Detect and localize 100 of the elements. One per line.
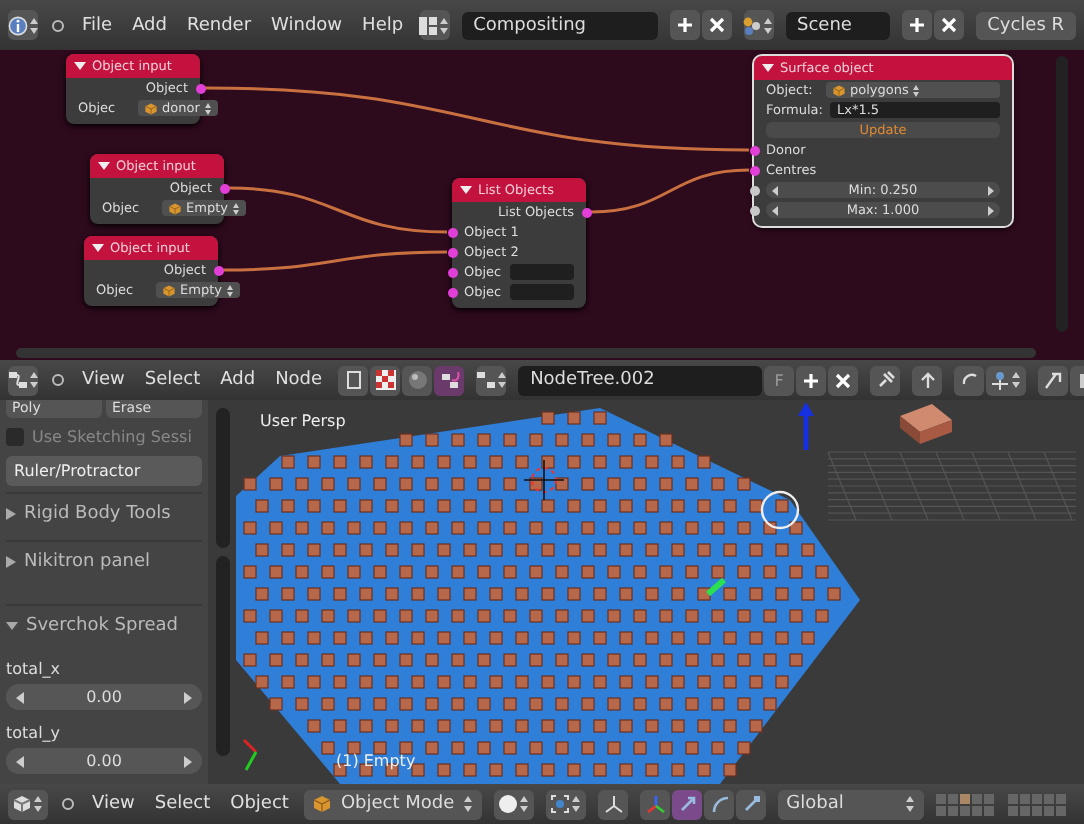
close-icon[interactable] xyxy=(939,16,958,34)
ruler-protractor-button[interactable]: Ruler/Protractor xyxy=(6,456,202,486)
updown-arrows-icon[interactable] xyxy=(518,794,531,814)
shading-dropdown[interactable] xyxy=(494,789,535,819)
copy-icon[interactable] xyxy=(1043,370,1064,390)
add-icon[interactable] xyxy=(675,16,693,34)
cube-icon xyxy=(312,794,333,814)
panel-header[interactable]: Nikitron panel xyxy=(6,540,202,582)
menu-item[interactable]: Render xyxy=(183,15,256,35)
sphere-icon[interactable] xyxy=(407,370,428,390)
collapse-arrow-icon[interactable] xyxy=(6,556,16,568)
scale-arrow-icon[interactable] xyxy=(741,794,762,814)
editor-type-button[interactable] xyxy=(8,365,38,395)
left-arrow-icon xyxy=(16,755,24,767)
manipulator-icon[interactable] xyxy=(603,794,624,814)
view-label: User Persp xyxy=(260,412,346,430)
collapse-arrow-icon[interactable] xyxy=(6,508,16,520)
updown-arrows-icon[interactable] xyxy=(27,370,39,390)
panel-header[interactable]: Sverchok Spread xyxy=(6,604,202,646)
updown-arrows-icon[interactable] xyxy=(462,794,475,814)
menu-item[interactable]: View xyxy=(88,794,139,814)
output-socket[interactable] xyxy=(213,265,223,275)
tree-type-button[interactable] xyxy=(476,365,507,395)
updown-arrows-icon xyxy=(231,201,240,215)
number-field[interactable]: 0.00 xyxy=(6,684,202,710)
scrollbar[interactable] xyxy=(16,348,1036,358)
cube-object-drawing xyxy=(900,404,952,444)
layers-grid-icon[interactable] xyxy=(935,793,996,815)
dot-icon xyxy=(60,796,76,812)
field-label: total_x xyxy=(6,658,63,678)
updown-arrows-icon xyxy=(225,283,234,297)
expand-arrow-icon[interactable] xyxy=(6,622,18,630)
input-field[interactable] xyxy=(509,264,574,280)
node-editor-icon xyxy=(7,370,27,390)
parent-arrow-icon[interactable] xyxy=(917,370,938,390)
close-icon[interactable] xyxy=(834,371,853,389)
field-label: total_y xyxy=(6,722,63,742)
updown-arrows-icon[interactable] xyxy=(27,15,39,35)
layout-type-button[interactable] xyxy=(419,10,450,40)
mode-dropdown[interactable]: Object Mode xyxy=(304,789,483,819)
output-socket[interactable] xyxy=(195,83,205,93)
menu-item[interactable]: Window xyxy=(267,15,347,35)
snap-element-button[interactable] xyxy=(986,365,1027,395)
close-icon[interactable] xyxy=(707,16,725,34)
axes-icon[interactable] xyxy=(645,794,666,814)
menu-item[interactable]: Select xyxy=(140,370,205,390)
menu-item[interactable]: View xyxy=(78,370,129,390)
checker-icon[interactable] xyxy=(375,370,396,390)
updown-arrows-icon[interactable] xyxy=(1010,370,1023,390)
snap-grid-icon xyxy=(990,370,1011,390)
add-icon[interactable] xyxy=(802,371,821,389)
cube-icon xyxy=(832,83,846,97)
right-arrow-icon xyxy=(184,691,192,703)
updown-arrows-icon[interactable] xyxy=(438,15,451,35)
scrollbar[interactable] xyxy=(1056,56,1068,332)
editor-type-button[interactable] xyxy=(8,789,48,819)
right-arrow-icon xyxy=(184,755,192,767)
menu-item[interactable]: Add xyxy=(216,370,260,390)
updown-arrows-icon[interactable] xyxy=(570,794,583,814)
scene-objects-icon xyxy=(742,15,762,35)
left-arrow-icon xyxy=(16,691,24,703)
checkbox-label: Use Sketching Sessi xyxy=(32,428,192,446)
pivot-dropdown[interactable] xyxy=(546,789,587,819)
dot-icon xyxy=(50,17,66,33)
cube-icon xyxy=(162,283,176,297)
orientation-dropdown[interactable]: Global xyxy=(778,789,924,819)
cube-icon xyxy=(168,201,182,215)
dot-icon xyxy=(50,372,66,388)
scrollbar[interactable] xyxy=(215,556,229,756)
node-tree-icon[interactable] xyxy=(439,370,460,390)
editor-type-button[interactable] xyxy=(8,10,38,40)
menu-item[interactable]: Select xyxy=(150,794,215,814)
panel-header[interactable]: Rigid Body Tools xyxy=(6,492,202,534)
rotate-arc-icon[interactable] xyxy=(709,794,730,814)
move-arrow-icon[interactable] xyxy=(677,794,698,814)
output-socket[interactable] xyxy=(581,207,591,217)
menu-item[interactable]: Help xyxy=(358,15,408,35)
menu-item[interactable]: Node xyxy=(271,370,327,390)
output-socket[interactable] xyxy=(219,183,229,193)
screen-layout-field[interactable]: Compositing xyxy=(461,11,657,39)
updown-arrows-icon[interactable] xyxy=(903,794,916,814)
number-field[interactable]: 0.00 xyxy=(6,748,202,774)
updown-arrows-icon[interactable] xyxy=(762,15,774,35)
scrollbar[interactable] xyxy=(215,408,229,548)
input-field[interactable] xyxy=(509,284,574,300)
menu-item[interactable]: Object xyxy=(226,794,293,814)
snap-icon[interactable] xyxy=(959,370,980,390)
pin-icon[interactable] xyxy=(875,370,896,390)
scene-type-button[interactable] xyxy=(743,10,773,40)
shader-icon[interactable] xyxy=(343,370,364,390)
cube-icon xyxy=(12,794,32,814)
scene-field[interactable]: Scene xyxy=(785,11,890,39)
render-engine-dropdown[interactable]: Cycles R xyxy=(975,11,1076,39)
layout-icon xyxy=(418,15,439,35)
node-tree-field[interactable]: NodeTree.002 xyxy=(518,365,763,395)
updown-arrows-icon[interactable] xyxy=(495,370,508,390)
menu-item[interactable]: File xyxy=(78,15,117,35)
menu-item[interactable]: Add xyxy=(128,15,171,35)
add-icon[interactable] xyxy=(907,16,926,34)
updown-arrows-icon[interactable] xyxy=(32,794,44,814)
